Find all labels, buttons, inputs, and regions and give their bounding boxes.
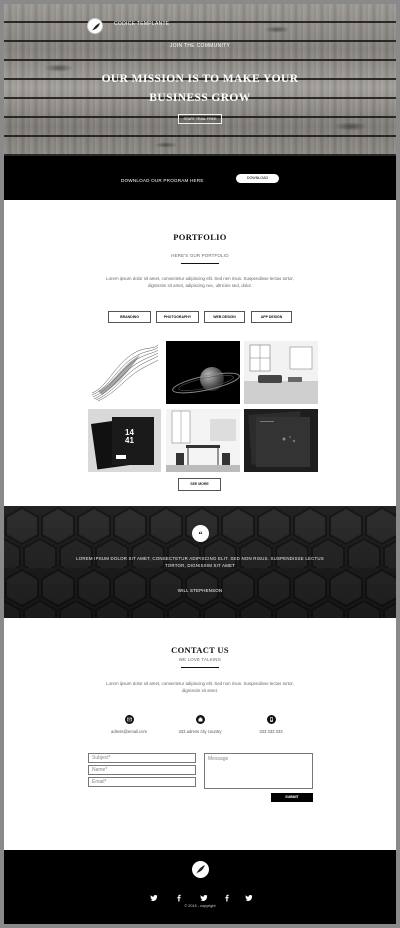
twitter-icon[interactable] <box>245 889 253 902</box>
feather-icon <box>196 865 205 874</box>
feather-icon <box>92 23 100 31</box>
portfolio-tile-dark-cards[interactable] <box>244 409 318 472</box>
quote-icon: “ <box>192 525 209 542</box>
testimonial-text: LOREM IPSUM DOLOR SIT AMET, CONSECTETUR … <box>76 556 324 568</box>
contact-subtitle: WE LOVE TALKING <box>178 657 222 662</box>
see-more-button[interactable]: SEE MORE <box>178 478 221 491</box>
filter-app-design[interactable]: APP DESIGN <box>251 311 292 323</box>
hero-title: OUR MISSION IS TO MAKE YOUR BUSINESS GRO… <box>4 70 396 108</box>
start-trial-button[interactable]: START TRIAL FREE <box>178 114 222 124</box>
submit-button[interactable]: SUBMIT <box>271 793 313 802</box>
portfolio-tile-planet[interactable] <box>166 341 240 404</box>
email-field[interactable]: Email* <box>88 777 196 787</box>
download-text: DOWNLOAD OUR PROGRAM HERE <box>121 178 204 183</box>
page: CODICE TEMPLANTE JOIN THE COMMUNITY OUR … <box>4 4 396 924</box>
portfolio-divider <box>181 263 219 264</box>
name-field[interactable]: Name* <box>88 765 196 775</box>
book-cover-number: 14 41 <box>125 428 134 445</box>
contact-address: 333 adress city country <box>178 729 222 734</box>
portfolio-tile-books[interactable]: 14 41 <box>88 409 161 472</box>
hero-title-line-1: OUR MISSION IS TO MAKE YOUR <box>101 73 299 85</box>
contact-divider <box>181 667 219 668</box>
twitter-icon[interactable] <box>200 889 208 902</box>
portfolio-tile-abstract-wave[interactable] <box>88 341 161 404</box>
message-field[interactable]: Message <box>204 753 313 789</box>
copyright-text: © 2015 - copyright <box>184 904 216 908</box>
portfolio-title: PORTFOLIO <box>173 232 227 242</box>
contact-title: CONTACT US <box>171 645 229 655</box>
location-icon <box>196 715 205 724</box>
contact-phone: 333 333 333 <box>259 729 283 734</box>
portfolio-subtitle: HERE'S OUR PORTFOLIO <box>171 253 229 258</box>
facebook-icon[interactable] <box>223 889 231 902</box>
footer-logo[interactable] <box>192 861 209 878</box>
portfolio-paragraph: Lorem ipsum dolor sit amet, consectetur … <box>106 276 294 288</box>
twitter-icon[interactable] <box>150 889 158 902</box>
contact-paragraph: Lorem ipsum dolor sit amet, consectetur … <box>106 681 294 693</box>
hero-subtitle: JOIN THE COMMUNITY <box>169 43 231 49</box>
testimonial-author: WILL STEPHENSON <box>177 588 223 593</box>
email-icon <box>125 715 134 724</box>
portfolio-tile-interior-room[interactable] <box>244 341 318 404</box>
phone-icon <box>267 715 276 724</box>
filter-branding[interactable]: BRANDING <box>108 311 151 323</box>
facebook-icon[interactable] <box>175 889 183 902</box>
brand-name: CODICE TEMPLANTE <box>114 21 170 27</box>
brand-logo[interactable] <box>87 18 103 34</box>
download-button[interactable]: DOWNLOAD <box>236 174 279 183</box>
filter-photography[interactable]: PHOTOGRAPHY <box>156 311 199 323</box>
filter-web-design[interactable]: WEB DESIGN <box>204 311 245 323</box>
subject-field[interactable]: Subject* <box>88 753 196 763</box>
contact-email: adress@email.com <box>111 729 147 734</box>
portfolio-tile-office[interactable] <box>166 409 240 472</box>
hero-title-line-2: BUSINESS GROW <box>149 92 251 104</box>
